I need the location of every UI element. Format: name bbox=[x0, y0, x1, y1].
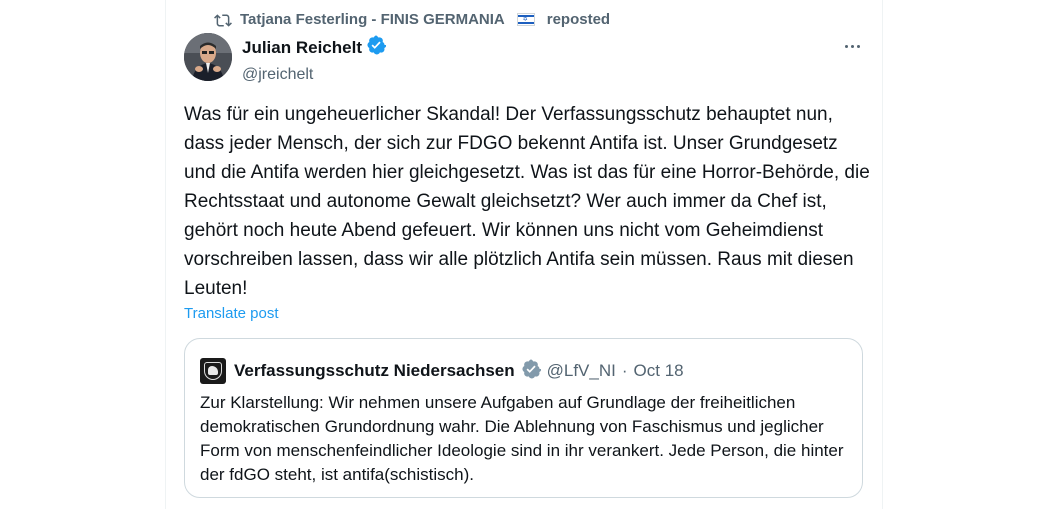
israel-flag-icon: ✡ bbox=[516, 12, 535, 26]
author-handle[interactable]: @jreichelt bbox=[242, 66, 386, 84]
quoted-author-name: Verfassungsschutz Niedersachsen bbox=[234, 361, 515, 380]
quoted-post-header: Verfassungsschutz Niedersachsen @LfV_NI … bbox=[200, 358, 684, 384]
quoted-date: Oct 18 bbox=[633, 361, 684, 380]
more-options-icon[interactable] bbox=[840, 36, 864, 56]
author-info: Julian Reichelt @jreichelt bbox=[242, 35, 387, 84]
verified-gray-badge-icon bbox=[521, 359, 541, 384]
repost-label: reposted bbox=[546, 10, 611, 28]
quoted-author-handle: @LfV_NI bbox=[546, 361, 616, 380]
author-avatar[interactable] bbox=[184, 33, 232, 81]
quoted-separator: · bbox=[621, 361, 628, 380]
quoted-post[interactable]: Verfassungsschutz Niedersachsen @LfV_NI … bbox=[184, 338, 863, 498]
translate-post-link[interactable]: Translate post bbox=[184, 305, 279, 322]
repost-icon bbox=[214, 11, 232, 27]
quoted-avatar bbox=[200, 358, 226, 384]
verified-badge-icon bbox=[366, 35, 387, 60]
quoted-post-text: Zur Klarstellung: Wir nehmen unsere Aufg… bbox=[200, 393, 844, 484]
post-text: Was für ein ungeheuerlicher Skandal! Der… bbox=[184, 104, 870, 299]
repost-user-name[interactable]: Tatjana Festerling - FINIS GERMANIA bbox=[240, 11, 505, 28]
repost-indicator[interactable]: Tatjana Festerling - FINIS GERMANIA ✡ re… bbox=[214, 9, 610, 29]
author-name[interactable]: Julian Reichelt bbox=[242, 38, 362, 58]
